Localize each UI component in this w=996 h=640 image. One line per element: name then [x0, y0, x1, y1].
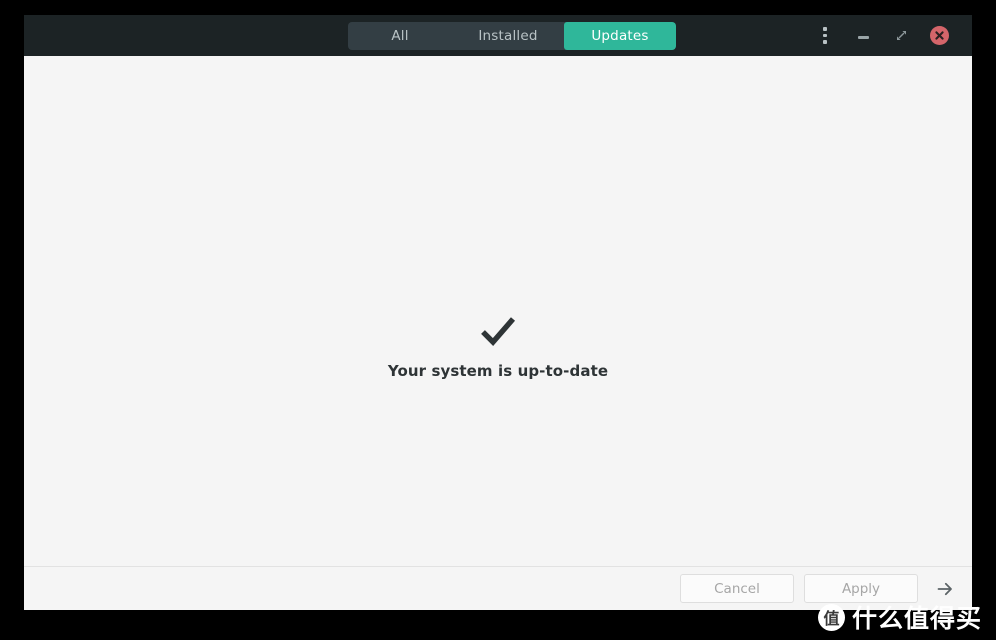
tab-group: All Installed Updates [348, 22, 676, 50]
kebab-menu-icon [823, 27, 827, 44]
screen-root: All Installed Updates Your system is up-… [0, 0, 996, 640]
tab-updates-label: Updates [591, 28, 649, 44]
next-button[interactable] [930, 574, 960, 604]
tab-all[interactable]: All [348, 22, 452, 50]
tab-updates[interactable]: Updates [564, 22, 676, 50]
window-controls [806, 15, 958, 56]
maximize-button[interactable] [882, 15, 920, 56]
cancel-button-label: Cancel [714, 580, 760, 597]
tab-all-label: All [391, 28, 409, 44]
apply-button[interactable]: Apply [804, 574, 918, 603]
close-icon [929, 26, 949, 45]
main-content-area: Your system is up-to-date [24, 56, 972, 566]
application-window: All Installed Updates Your system is up-… [24, 15, 972, 610]
status-block: Your system is up-to-date [24, 309, 972, 380]
maximize-resize-icon [896, 30, 907, 41]
minimize-button[interactable] [844, 15, 882, 56]
title-bar: All Installed Updates [24, 15, 972, 56]
arrow-right-icon [937, 582, 952, 595]
footer-bar: Cancel Apply [24, 566, 972, 610]
minimize-icon [857, 36, 869, 39]
cancel-button[interactable]: Cancel [680, 574, 794, 603]
menu-button[interactable] [806, 15, 844, 56]
tab-installed-label: Installed [478, 28, 538, 44]
tab-installed[interactable]: Installed [452, 22, 564, 50]
apply-button-label: Apply [841, 580, 881, 597]
close-button[interactable] [920, 15, 958, 56]
check-mark-icon [481, 317, 516, 346]
status-message: Your system is up-to-date [387, 362, 609, 380]
